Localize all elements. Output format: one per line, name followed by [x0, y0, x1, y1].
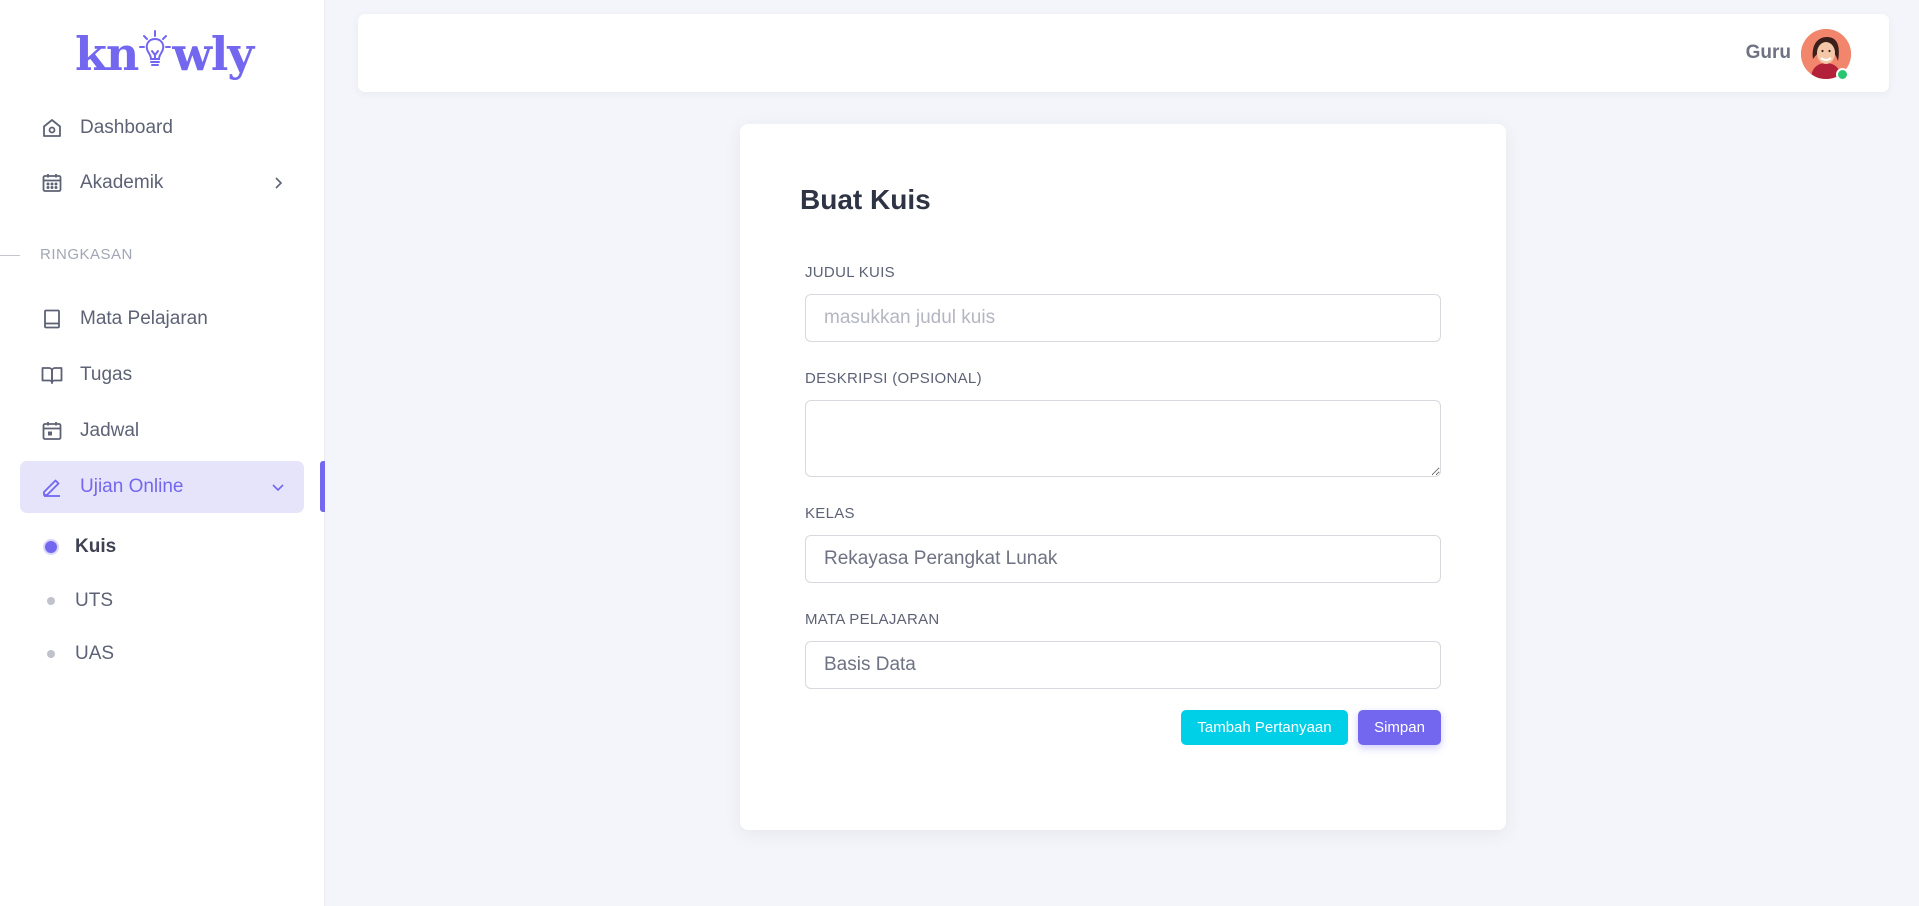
- mata-pelajaran-field[interactable]: Basis Data: [805, 641, 1441, 689]
- sidebar: kn wly Dashboard Akademik RINGKASAN Mata…: [0, 0, 325, 906]
- bullet-icon: [47, 597, 55, 605]
- bullet-icon: [45, 541, 57, 553]
- open-book-icon: [40, 363, 64, 387]
- sidebar-item-mata-pelajaran[interactable]: Mata Pelajaran: [20, 293, 304, 345]
- kelas-field[interactable]: Rekayasa Perangkat Lunak: [805, 535, 1441, 583]
- kelas-value: Rekayasa Perangkat Lunak: [824, 548, 1058, 569]
- book-icon: [40, 307, 64, 331]
- sidebar-item-label: Akademik: [80, 172, 164, 193]
- save-button[interactable]: Simpan: [1358, 710, 1441, 745]
- logo-text-left: kn: [75, 27, 139, 81]
- sidebar-subitem-label: UAS: [75, 643, 115, 664]
- mata-pelajaran-value: Basis Data: [824, 654, 916, 675]
- sidebar-item-label: Dashboard: [80, 117, 173, 138]
- mata-pelajaran-label: MATA PELAJARAN: [805, 611, 940, 628]
- online-status-dot: [1836, 68, 1849, 81]
- sidebar-subitem-label: UTS: [75, 590, 113, 611]
- sidebar-item-dashboard[interactable]: Dashboard: [20, 102, 304, 154]
- sidebar-item-ujian-online[interactable]: Ujian Online: [20, 461, 304, 513]
- sidebar-item-label: Ujian Online: [80, 476, 184, 497]
- bullet-icon: [47, 650, 55, 658]
- sidebar-item-label: Mata Pelajaran: [80, 308, 208, 329]
- chevron-down-icon: [272, 484, 284, 492]
- create-quiz-card: Buat Kuis JUDUL KUIS DESKRIPSI (OPSIONAL…: [740, 124, 1506, 830]
- judul-kuis-label: JUDUL KUIS: [805, 264, 895, 281]
- knowly-logo[interactable]: kn wly: [75, 26, 254, 82]
- calendar-grid-icon: [40, 171, 64, 195]
- pencil-icon: [40, 475, 64, 499]
- active-indicator: [320, 461, 325, 512]
- sidebar-item-label: Jadwal: [80, 420, 140, 441]
- section-label-ringkasan: RINGKASAN: [40, 246, 133, 263]
- sidebar-item-label: Tugas: [80, 364, 133, 385]
- calendar-icon: [40, 419, 64, 443]
- sidebar-item-tugas[interactable]: Tugas: [20, 349, 304, 401]
- home-icon: [40, 116, 64, 140]
- top-bar: Guru: [358, 14, 1889, 92]
- judul-kuis-input[interactable]: [805, 294, 1441, 342]
- section-divider: [0, 255, 20, 256]
- kelas-label: KELAS: [805, 505, 855, 522]
- sidebar-subitem-kuis[interactable]: Kuis: [40, 527, 304, 567]
- deskripsi-textarea[interactable]: [805, 400, 1441, 477]
- user-name[interactable]: Guru: [1746, 42, 1791, 64]
- lightbulb-icon: [139, 29, 172, 79]
- sidebar-item-akademik[interactable]: Akademik: [20, 157, 304, 209]
- chevron-right-icon: [275, 177, 283, 189]
- sidebar-subitem-label: Kuis: [75, 536, 117, 557]
- sidebar-subitem-uts[interactable]: UTS: [40, 581, 304, 621]
- deskripsi-label: DESKRIPSI (OPSIONAL): [805, 370, 982, 387]
- logo-text-right: wly: [172, 27, 254, 81]
- add-question-button[interactable]: Tambah Pertanyaan: [1181, 710, 1348, 745]
- sidebar-subitem-uas[interactable]: UAS: [40, 634, 304, 674]
- sidebar-item-jadwal[interactable]: Jadwal: [20, 405, 304, 457]
- page-title: Buat Kuis: [800, 184, 931, 215]
